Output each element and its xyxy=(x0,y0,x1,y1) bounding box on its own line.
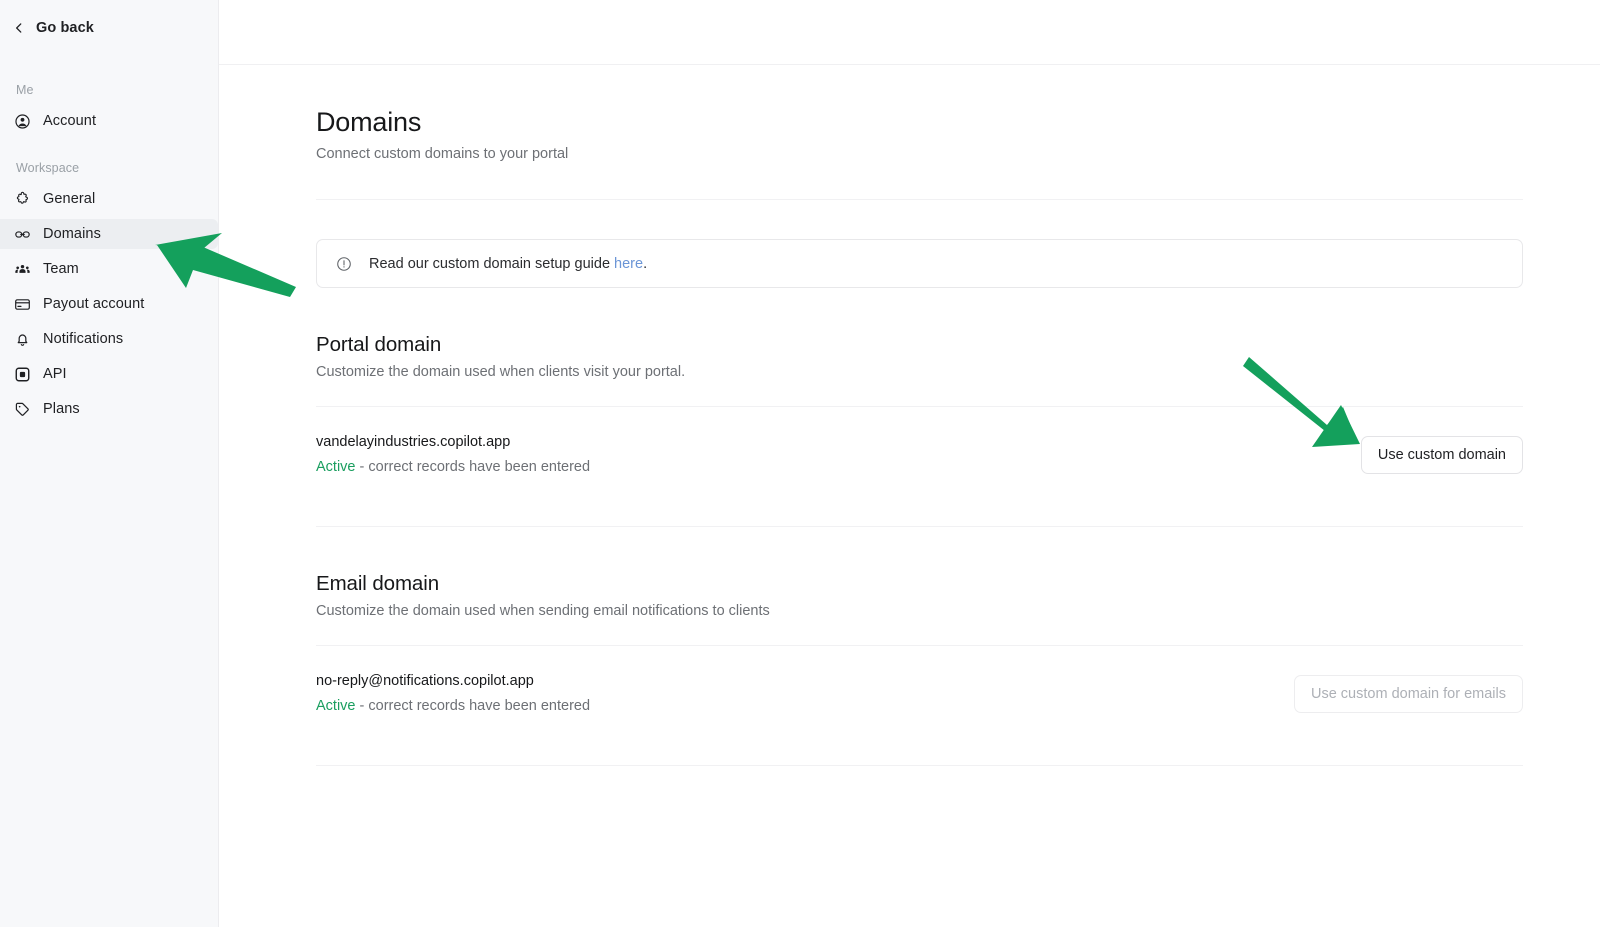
email-domain-value: no-reply@notifications.copilot.app xyxy=(316,673,590,689)
sidebar-item-api[interactable]: API xyxy=(0,359,218,389)
info-circle-icon xyxy=(336,256,352,272)
banner-text: Read our custom domain setup guide here. xyxy=(369,256,647,272)
go-back-label: Go back xyxy=(36,20,94,36)
portal-domain-title: Portal domain xyxy=(316,333,1523,357)
chip-square-icon xyxy=(14,366,31,383)
status-badge: Active xyxy=(316,459,356,475)
status-detail: - correct records have been entered xyxy=(356,459,591,475)
settings-page: Go back Me Account Workspace General xyxy=(0,0,1600,927)
portal-domain-section: Portal domain Customize the domain used … xyxy=(316,333,1523,527)
sidebar-item-domains[interactable]: Domains xyxy=(0,219,218,249)
setup-guide-link[interactable]: here xyxy=(614,256,643,272)
content-container: Domains Connect custom domains to your p… xyxy=(219,65,1600,766)
setup-guide-banner: Read our custom domain setup guide here. xyxy=(316,239,1523,288)
sidebar-group-label-me: Me xyxy=(0,83,218,97)
sidebar-item-label: Domains xyxy=(43,226,101,242)
banner-text-after: . xyxy=(643,256,647,272)
sidebar-item-label: Payout account xyxy=(43,296,144,312)
status-detail: - correct records have been entered xyxy=(356,698,591,714)
credit-card-icon xyxy=(14,296,31,313)
go-back-button[interactable]: Go back xyxy=(0,0,218,36)
email-domain-status: Active - correct records have been enter… xyxy=(316,698,590,714)
page-subtitle: Connect custom domains to your portal xyxy=(316,146,1523,162)
sidebar-item-label: Account xyxy=(43,113,96,129)
divider xyxy=(316,199,1523,200)
sidebar: Go back Me Account Workspace General xyxy=(0,0,219,927)
sidebar-item-label: Notifications xyxy=(43,331,123,347)
chevron-left-icon xyxy=(12,21,26,35)
sidebar-item-label: API xyxy=(43,366,67,382)
sidebar-group-workspace: General Domains Team Payout account xyxy=(0,184,218,424)
status-badge: Active xyxy=(316,698,356,714)
email-domain-info: no-reply@notifications.copilot.app Activ… xyxy=(316,673,590,714)
sidebar-item-label: Team xyxy=(43,261,79,277)
divider xyxy=(316,526,1523,527)
sidebar-item-label: Plans xyxy=(43,401,80,417)
sidebar-item-general[interactable]: General xyxy=(0,184,218,214)
use-custom-domain-for-emails-button[interactable]: Use custom domain for emails xyxy=(1294,675,1523,713)
sidebar-group-label-workspace: Workspace xyxy=(0,161,218,175)
divider xyxy=(316,765,1523,766)
banner-text-before: Read our custom domain setup guide xyxy=(369,256,614,272)
main-content: Domains Connect custom domains to your p… xyxy=(219,0,1600,927)
sidebar-item-label: General xyxy=(43,191,95,207)
email-domain-title: Email domain xyxy=(316,572,1523,596)
sidebar-item-team[interactable]: Team xyxy=(0,254,218,284)
portal-domain-info: vandelayindustries.copilot.app Active - … xyxy=(316,434,590,475)
use-custom-domain-button[interactable]: Use custom domain xyxy=(1361,436,1523,474)
email-domain-row: no-reply@notifications.copilot.app Activ… xyxy=(316,646,1523,739)
puzzle-piece-icon xyxy=(14,191,31,208)
sidebar-item-payout-account[interactable]: Payout account xyxy=(0,289,218,319)
account-circle-icon xyxy=(14,113,31,130)
portal-domain-row: vandelayindustries.copilot.app Active - … xyxy=(316,407,1523,500)
sidebar-group-me: Account xyxy=(0,106,218,136)
top-bar xyxy=(219,0,1600,65)
sidebar-item-notifications[interactable]: Notifications xyxy=(0,324,218,354)
people-group-icon xyxy=(14,261,31,278)
tag-icon xyxy=(14,401,31,418)
email-domain-section: Email domain Customize the domain used w… xyxy=(316,572,1523,766)
portal-domain-status: Active - correct records have been enter… xyxy=(316,459,590,475)
sidebar-item-plans[interactable]: Plans xyxy=(0,394,218,424)
link-chain-icon xyxy=(14,226,31,243)
portal-domain-value: vandelayindustries.copilot.app xyxy=(316,434,590,450)
page-title: Domains xyxy=(316,107,1523,138)
bell-icon xyxy=(14,331,31,348)
portal-domain-subtitle: Customize the domain used when clients v… xyxy=(316,364,1523,380)
sidebar-item-account[interactable]: Account xyxy=(0,106,218,136)
email-domain-subtitle: Customize the domain used when sending e… xyxy=(316,603,1523,619)
